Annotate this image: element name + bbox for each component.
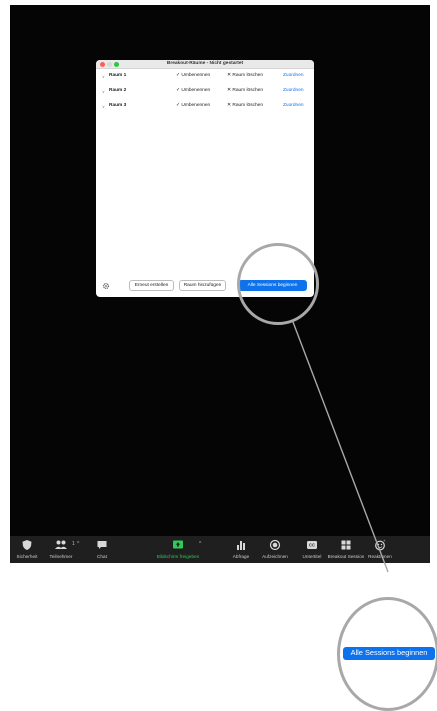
zoomed-start-all-sessions-button[interactable]: Alle Sessions beginnen xyxy=(343,647,435,660)
highlight-circle xyxy=(237,243,319,325)
